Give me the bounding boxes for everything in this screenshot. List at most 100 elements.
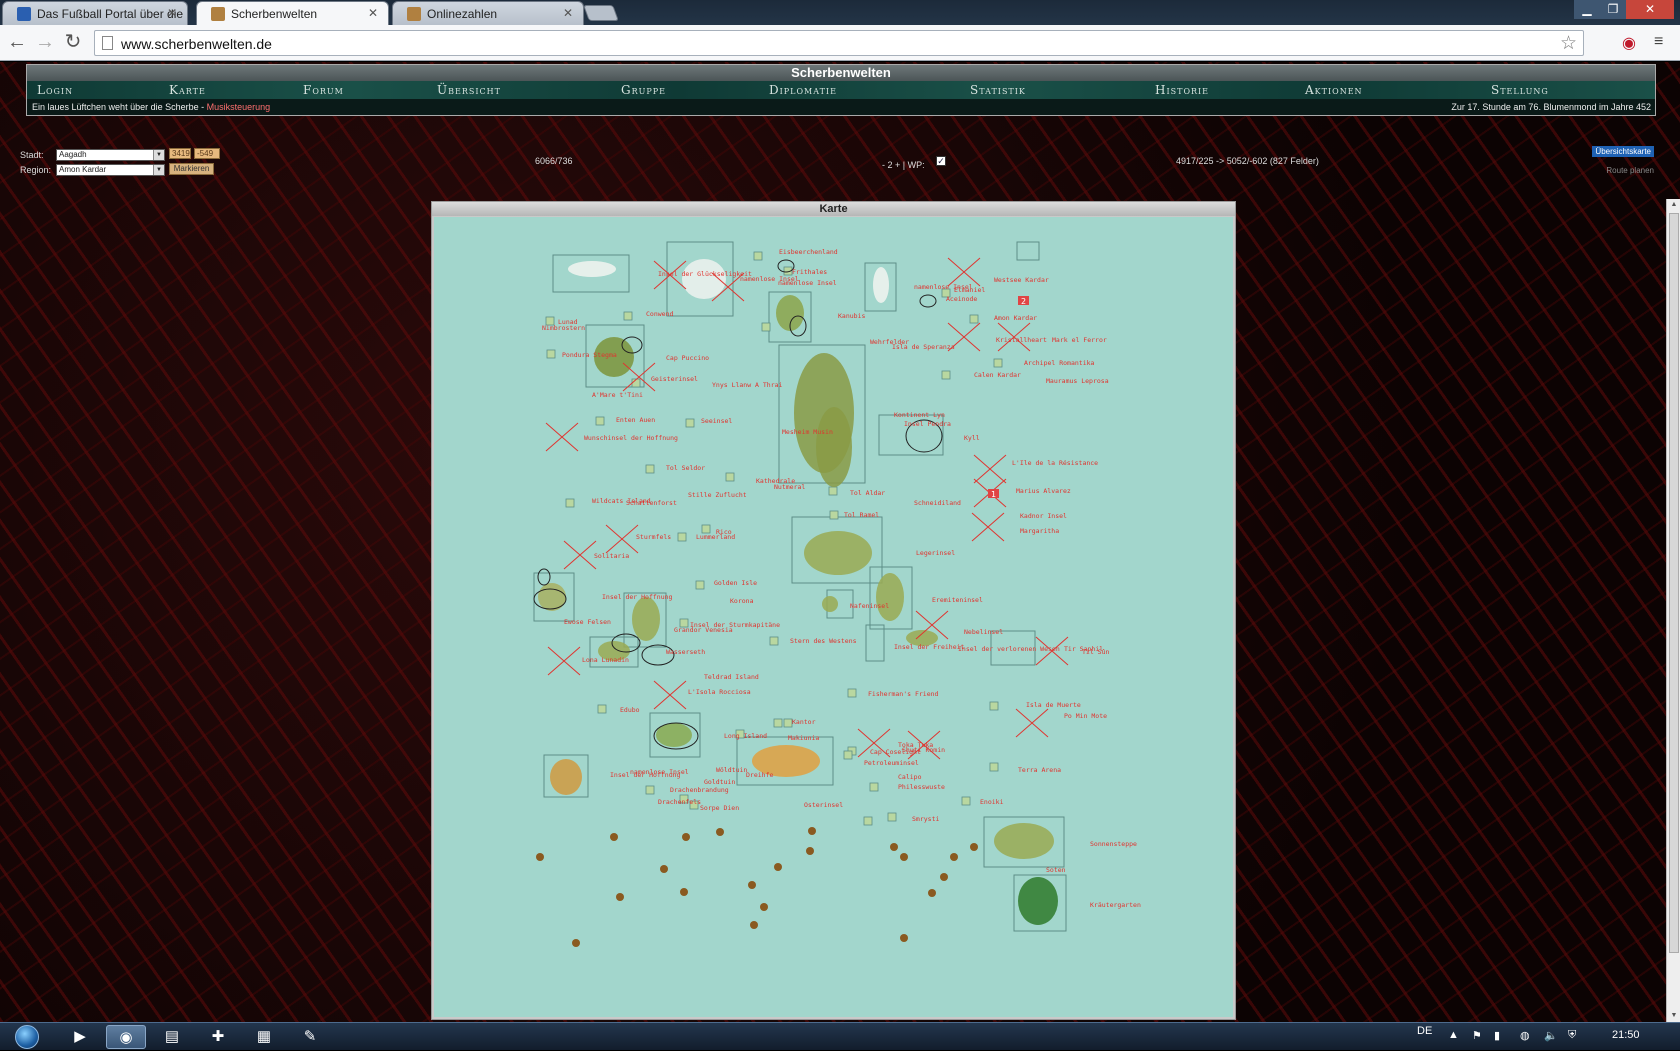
page-scrollbar[interactable]: ▲ ▼ (1666, 199, 1680, 1022)
nav-gruppe[interactable]: Gruppe (621, 83, 666, 97)
island-label: Marius Alvarez (1016, 487, 1071, 495)
scroll-up-icon[interactable]: ▲ (1669, 201, 1679, 211)
island-label: Sorpe Dien (700, 804, 739, 812)
island-label: Westsee Kardar (994, 276, 1049, 284)
island-label: Eisbeerchenland (779, 248, 838, 256)
coord-y-field[interactable]: -549 (194, 148, 220, 159)
island-land (822, 596, 838, 612)
nav-uebersicht[interactable]: Übersicht (437, 83, 501, 97)
browser-tab-bar: Das Fußball Portal über die ✕ Scherbenwe… (0, 0, 1680, 26)
island-label: Goldtuin (704, 778, 735, 786)
reload-icon[interactable]: ↻ (62, 32, 84, 54)
islet (887, 812, 897, 822)
mark-button[interactable]: Markieren (169, 163, 214, 175)
island-label: Til Sûn (1082, 648, 1109, 656)
scroll-thumb[interactable] (1669, 213, 1679, 953)
city-select-value: Aagadh (59, 150, 87, 159)
url-text[interactable]: www.scherbenwelten.de (121, 36, 272, 52)
maximize-button[interactable]: ❐ (1600, 0, 1626, 19)
island-label: Wunschinsel der Hoffnung (584, 434, 678, 442)
route-planner-link[interactable]: Route planen (1606, 166, 1654, 175)
city-select[interactable]: Aagadh ▼ (56, 149, 165, 161)
close-icon[interactable]: ✕ (563, 6, 573, 20)
region-select-value: Amon Kardar (59, 165, 107, 174)
island-label: Philesswuste (898, 783, 945, 791)
game-date: Zur 17. Stunde am 76. Blumenmond im Jahr… (1451, 102, 1651, 112)
small-island (928, 889, 936, 897)
island-label: Terra Arena (1018, 766, 1061, 774)
region-select[interactable]: Amon Kardar ▼ (56, 164, 165, 176)
coord-x-field[interactable]: 3419 (169, 148, 191, 159)
island-label: L'Ile de la Résistance (1012, 459, 1098, 467)
forward-icon[interactable]: → (34, 32, 56, 54)
tab-fussball-portal[interactable]: Das Fußball Portal über die ✕ (2, 1, 188, 25)
bookmark-star-icon[interactable]: ☆ (1560, 32, 1577, 55)
island-label: Petroleuminsel (864, 759, 919, 767)
back-icon[interactable]: ← (6, 32, 28, 54)
zoom-controls[interactable]: - 2 + | WP: (882, 160, 925, 170)
security-icon[interactable]: ⛨ (1568, 1029, 1576, 1042)
app-icon[interactable]: ▦ (244, 1025, 284, 1049)
nav-karte[interactable]: Karte (169, 83, 206, 97)
islet (753, 251, 763, 261)
world-map[interactable]: 2 1 Eisbeerchenland Insel der Glückseligkei… (434, 217, 1233, 1017)
menu-icon[interactable]: ≡ (1654, 33, 1663, 51)
tray-expand-icon[interactable]: ▲ (1448, 1029, 1459, 1041)
chrome-icon[interactable]: ◉ (106, 1025, 146, 1049)
extension-icon[interactable]: ◉ (1622, 33, 1636, 53)
close-icon[interactable]: ✕ (368, 6, 378, 20)
new-tab-button[interactable] (583, 5, 619, 21)
nav-login[interactable]: Login (37, 83, 73, 97)
app-icon[interactable]: ✎ (290, 1025, 330, 1049)
close-window-button[interactable]: ✕ (1626, 0, 1674, 19)
clock[interactable]: 21:50 (1612, 1029, 1640, 1041)
island-label: Isla de Speranza (892, 343, 955, 351)
island-label: A'Mare t'Tini (592, 391, 643, 399)
address-bar[interactable]: www.scherbenwelten.de ☆ (94, 30, 1584, 56)
network-icon[interactable]: ▮ (1494, 1029, 1500, 1042)
nav-stellung[interactable]: Stellung (1491, 83, 1549, 97)
islet (843, 750, 853, 760)
tray-app-icon[interactable]: ◍ (1520, 1029, 1530, 1042)
music-control-link[interactable]: Musiksteuerung (207, 102, 271, 112)
nav-diplomatie[interactable]: Diplomatie (769, 83, 837, 97)
tab-onlinezahlen[interactable]: Onlinezahlen ✕ (392, 1, 584, 25)
islet (961, 796, 971, 806)
volume-icon[interactable]: 🔈 (1544, 1029, 1558, 1042)
scroll-down-icon[interactable]: ▼ (1669, 1012, 1679, 1022)
app-icon[interactable]: ✚ (198, 1025, 238, 1049)
city-marker-number: 1 (991, 490, 996, 499)
islet (989, 701, 999, 711)
island-label: Kristallheart (996, 336, 1047, 344)
island-label: Kyll (964, 434, 980, 442)
nav-historie[interactable]: Historie (1155, 83, 1209, 97)
island-label: Nutmeral (774, 483, 805, 491)
island-label: Cap Puccino (666, 354, 709, 362)
world-map-drawing[interactable]: 2 1 Eisbeerchenland Insel der Glückseligkei… (434, 217, 1233, 1017)
island-label: Grandor Venesia (674, 626, 733, 634)
minimize-button[interactable]: ▁ (1574, 0, 1600, 19)
nav-forum[interactable]: Forum (303, 83, 344, 97)
island-label: Kanubis (838, 312, 865, 320)
nav-statistik[interactable]: Statistik (970, 83, 1026, 97)
islet (597, 704, 607, 714)
language-indicator[interactable]: DE (1417, 1025, 1432, 1037)
explorer-folder-icon[interactable]: ▤ (152, 1025, 192, 1049)
island-land (550, 759, 582, 795)
waypoint-checkbox[interactable]: ✓ (936, 156, 946, 166)
islet (677, 532, 687, 542)
island-label: Kantor (792, 718, 816, 726)
small-island (536, 853, 544, 861)
island-label: Kräutergarten (1090, 901, 1141, 909)
island-label: Amon Kardar (994, 314, 1037, 322)
overview-map-button[interactable]: Übersichtskarte (1592, 146, 1654, 157)
island-frame (1016, 241, 1040, 261)
island-label: Smrysti (912, 815, 939, 823)
tab-scherbenwelten[interactable]: Scherbenwelten ✕ (196, 1, 389, 26)
close-icon[interactable]: ✕ (167, 6, 177, 20)
start-button[interactable] (8, 1023, 46, 1051)
nav-aktionen[interactable]: Aktionen (1305, 83, 1363, 97)
flag-icon[interactable]: ⚑ (1472, 1029, 1482, 1042)
island-label: Tol Seldor (666, 464, 705, 472)
media-player-icon[interactable]: ▶ (60, 1025, 100, 1049)
